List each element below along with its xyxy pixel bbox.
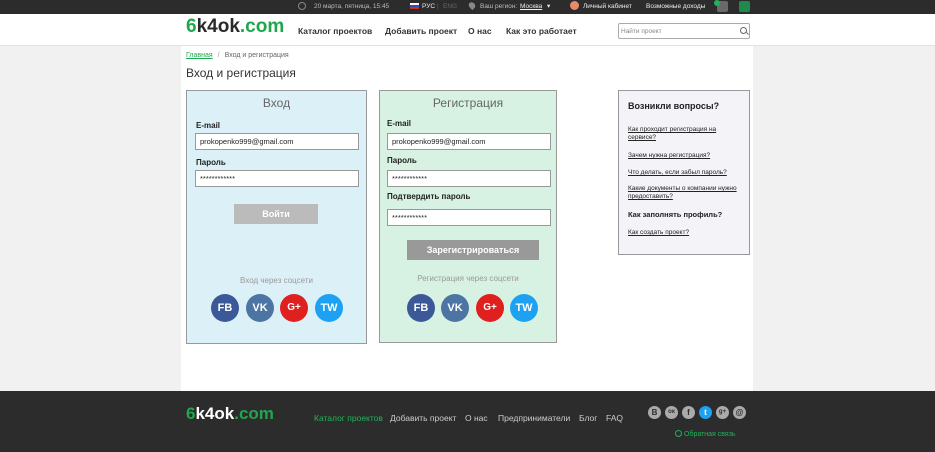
twitter-login-button[interactable]: TW xyxy=(315,294,343,322)
money-icon[interactable] xyxy=(739,1,750,12)
nav-catalog[interactable]: Каталог проектов xyxy=(298,26,372,36)
register-password-label: Пароль xyxy=(387,156,417,165)
breadcrumb: Главная / Вход и регистрация xyxy=(186,52,289,59)
google-plus-register-button[interactable]: G+ xyxy=(476,294,504,322)
breadcrumb-current: Вход и регистрация xyxy=(224,52,289,59)
footer-nav-entrepreneurs[interactable]: Предприниматели xyxy=(498,413,570,423)
register-email-label: E-mail xyxy=(387,119,412,128)
site-header: 6k4ok.com Каталог проектов Добавить прое… xyxy=(0,14,935,46)
faq-panel: Возникли вопросы? Как проходит регистрац… xyxy=(618,90,750,255)
income-link[interactable]: Возможные доходы xyxy=(646,0,705,14)
breadcrumb-home[interactable]: Главная xyxy=(186,52,213,59)
register-confirm-input[interactable] xyxy=(387,209,551,226)
footer-nav-faq[interactable]: FAQ xyxy=(606,413,623,423)
vk-icon[interactable]: В xyxy=(648,406,661,419)
login-email-input[interactable] xyxy=(195,133,359,150)
vk-login-button[interactable]: VK xyxy=(246,294,274,322)
faq-link-why-register[interactable]: Зачем нужна регистрация? xyxy=(628,152,742,160)
login-email-label: E-mail xyxy=(196,121,221,130)
footer-nav-about[interactable]: О нас xyxy=(465,413,488,423)
faq-link-registration[interactable]: Как проходит регистрация на сервисе? xyxy=(628,126,742,142)
login-password-label: Пароль xyxy=(196,158,226,167)
login-button[interactable]: Войти xyxy=(234,204,318,224)
search-input[interactable] xyxy=(621,25,731,37)
notification-badge xyxy=(714,0,720,6)
facebook-icon[interactable]: f xyxy=(682,406,695,419)
avatar[interactable] xyxy=(570,0,579,14)
nav-how-it-works[interactable]: Как это работает xyxy=(506,26,577,36)
login-panel: Вход E-mail Пароль Войти Вход через соцс… xyxy=(186,90,367,344)
lang-en[interactable]: ENG xyxy=(443,0,457,14)
footer-nav-add-project[interactable]: Добавить проект xyxy=(390,413,456,423)
faq-link-forgot-password[interactable]: Что делать, если забыл пароль? xyxy=(628,169,742,177)
footer-nav-catalog[interactable]: Каталог проектов xyxy=(314,413,383,423)
lang-separator: | xyxy=(437,3,439,10)
location-pin-icon xyxy=(467,0,477,14)
facebook-register-button[interactable]: FB xyxy=(407,294,435,322)
vk-register-button[interactable]: VK xyxy=(441,294,469,322)
search-box xyxy=(618,23,750,39)
register-panel: Регистрация E-mail Пароль Подтвердить па… xyxy=(379,90,557,343)
register-confirm-label: Подтвердить пароль xyxy=(387,192,471,201)
google-plus-icon[interactable]: g+ xyxy=(716,406,729,419)
datetime: 20 марта, пятница, 15:45 xyxy=(314,3,390,10)
google-plus-login-button[interactable]: G+ xyxy=(280,294,308,322)
register-social-label: Регистрация через соцсети xyxy=(417,274,519,283)
search-icon[interactable] xyxy=(740,27,747,34)
odnoklassniki-icon[interactable]: ок xyxy=(665,406,678,419)
nav-about[interactable]: О нас xyxy=(468,26,492,36)
site-logo[interactable]: 6k4ok.com xyxy=(186,16,284,38)
page-title: Вход и регистрация xyxy=(186,66,296,80)
login-title: Вход xyxy=(262,96,291,110)
feedback-icon xyxy=(675,430,682,438)
top-bar: 20 марта, пятница, 15:45 РУС | ENG Ваш р… xyxy=(0,0,935,14)
footer-logo[interactable]: 6k4ok.com xyxy=(186,404,274,424)
russian-flag-icon xyxy=(410,0,419,14)
register-title: Регистрация xyxy=(432,96,504,110)
faq-link-create-project[interactable]: Как создать проект? xyxy=(628,229,742,237)
register-button[interactable]: Зарегистрироваться xyxy=(407,240,539,260)
footer-nav-blog[interactable]: Блог xyxy=(579,413,597,423)
twitter-register-button[interactable]: TW xyxy=(510,294,538,322)
region-select[interactable]: Москва xyxy=(520,0,542,14)
register-email-input[interactable] xyxy=(387,133,551,150)
nav-add-project[interactable]: Добавить проект xyxy=(385,26,457,36)
region-label: Ваш регион: xyxy=(480,3,518,10)
login-social-label: Вход через соцсети xyxy=(240,276,313,285)
faq-profile-heading: Как заполнять профиль? xyxy=(628,210,723,219)
facebook-login-button[interactable]: FB xyxy=(211,294,239,322)
login-password-input[interactable] xyxy=(195,170,359,187)
chevron-down-icon[interactable]: ▾ xyxy=(547,0,550,14)
clock-icon xyxy=(298,0,306,14)
feedback-link[interactable]: Обратная связь xyxy=(675,430,736,438)
faq-title: Возникли вопросы? xyxy=(628,101,720,111)
lang-ru[interactable]: РУС xyxy=(422,0,435,14)
register-password-input[interactable] xyxy=(387,170,551,187)
site-footer: 6k4ok.com Каталог проектов Добавить прое… xyxy=(0,391,935,452)
twitter-icon[interactable]: t xyxy=(699,406,712,419)
email-icon[interactable]: @ xyxy=(733,406,746,419)
faq-link-documents[interactable]: Какие документы о компании нужно предост… xyxy=(628,185,742,201)
account-link[interactable]: Личный кабинет xyxy=(583,0,632,14)
